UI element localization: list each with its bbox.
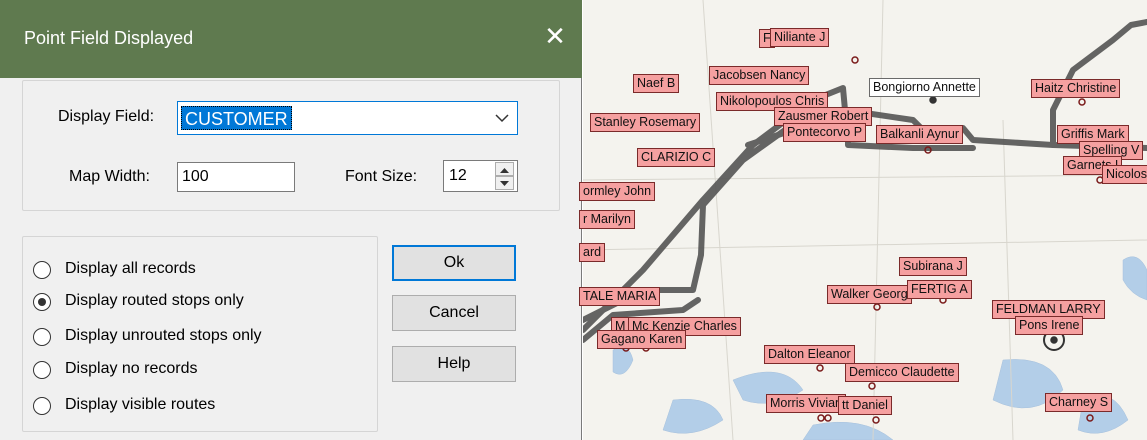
map-stop-label[interactable]: CLARIZIO C: [637, 148, 716, 167]
map-stop-label[interactable]: Naef B: [633, 74, 680, 93]
map-stop-label[interactable]: Demicco Claudette: [845, 363, 959, 382]
map-stop-label[interactable]: Nicolos: [1102, 165, 1147, 184]
ok-button[interactable]: Ok: [392, 245, 516, 281]
map-stop-label[interactable]: FERTIG A: [907, 280, 972, 299]
chevron-down-icon[interactable]: [493, 106, 511, 130]
spin-down-button[interactable]: [495, 176, 514, 190]
display-field-value: CUSTOMER: [181, 106, 292, 130]
display-field-combobox[interactable]: CUSTOMER: [177, 101, 518, 135]
help-button[interactable]: Help: [392, 346, 516, 382]
radio-circle[interactable]: [33, 328, 51, 346]
map-stop-label[interactable]: Bongiorno Annette: [869, 78, 980, 97]
radio-circle[interactable]: [33, 361, 51, 379]
dialog-title: Point Field Displayed: [24, 28, 194, 48]
radio-circle[interactable]: [33, 261, 51, 279]
radio-label: Display routed stops only: [65, 292, 244, 309]
map-stop-label[interactable]: Haitz Christine: [1031, 79, 1121, 98]
map-stop-label[interactable]: tt Daniel: [838, 396, 892, 415]
point-field-dialog: Point Field Displayed ✕ Display Field: C…: [0, 0, 582, 440]
radio-label: Display unrouted stops only: [65, 327, 262, 344]
map-stop-label[interactable]: Niliante J: [770, 28, 830, 47]
map-stop-label[interactable]: Subirana J: [899, 257, 967, 276]
map-stop-label[interactable]: Walker Georg: [827, 285, 912, 304]
map-stop-label[interactable]: Charney S: [1045, 393, 1113, 412]
font-size-spinner[interactable]: 12: [443, 160, 518, 192]
radio-label: Display all records: [65, 260, 196, 277]
font-size-value[interactable]: 12: [449, 161, 467, 191]
arrow-up-icon: [500, 168, 509, 173]
map-stop-label[interactable]: Pontecorvo P: [783, 123, 867, 142]
font-size-label: Font Size:: [345, 168, 418, 185]
radio-label: Display visible routes: [65, 396, 216, 413]
display-field-label: Display Field:: [58, 108, 155, 125]
map-stop-label[interactable]: Pons Irene: [1015, 316, 1084, 335]
map-stop-label[interactable]: Balkanli Aynur: [876, 125, 963, 144]
map-stop-label[interactable]: ard: [579, 243, 606, 262]
map-stop-label[interactable]: Morris Vivian: [766, 394, 847, 413]
screen: Point Field Displayed ✕ Display Field: C…: [0, 0, 1147, 440]
close-icon[interactable]: ✕: [538, 20, 572, 54]
radio-label: Display no records: [65, 360, 198, 377]
map-view[interactable]: F Niliante J Naef B Jacobsen Nancy Bongi…: [579, 0, 1147, 440]
map-stop-label[interactable]: Stanley Rosemary: [590, 113, 701, 132]
map-stop-label[interactable]: TALE MARIA: [579, 287, 661, 306]
dialog-titlebar[interactable]: Point Field Displayed ✕: [0, 0, 582, 78]
map-stop-label[interactable]: r Marilyn: [579, 210, 635, 229]
cancel-button[interactable]: Cancel: [392, 295, 516, 331]
map-width-label: Map Width:: [69, 168, 150, 185]
map-stop-label[interactable]: ormley John: [579, 182, 656, 201]
map-stop-label[interactable]: Jacobsen Nancy: [709, 66, 810, 85]
spin-up-button[interactable]: [495, 162, 514, 176]
map-stop-label[interactable]: Gagano Karen: [597, 330, 687, 349]
map-width-input[interactable]: 100: [177, 162, 295, 192]
radio-circle[interactable]: [33, 397, 51, 415]
radio-circle-selected[interactable]: [33, 293, 51, 311]
arrow-down-icon: [500, 181, 509, 186]
map-stop-label[interactable]: Dalton Eleanor: [764, 345, 855, 364]
